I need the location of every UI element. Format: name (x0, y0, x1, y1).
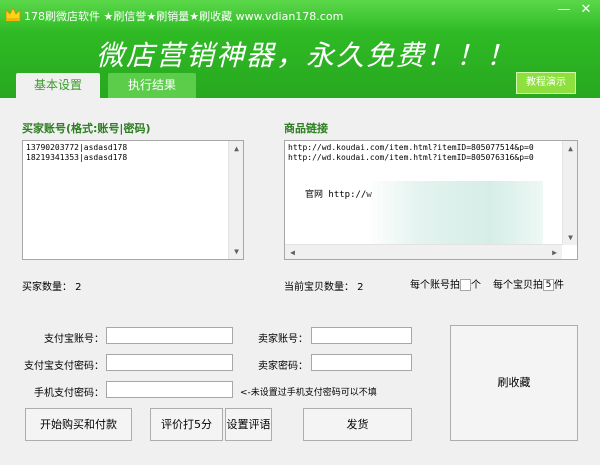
mobile-pay-password-input[interactable] (106, 381, 233, 398)
per-item-label: 每个宝贝拍 (493, 280, 543, 291)
arrow-right-icon[interactable]: ▶ (547, 245, 562, 259)
alipay-account-label: 支付宝账号： (44, 334, 104, 345)
slogan: 微店营销神器，永久免费！！！ (96, 39, 517, 72)
horizontal-scrollbar[interactable]: ◀ ▶ (285, 244, 562, 259)
alipay-account-input[interactable] (106, 327, 233, 344)
buyer-accounts-label: 买家账号(格式:账号|密码) (22, 122, 151, 135)
product-line: http://wd.koudai.com/item.html?itemID=80… (288, 153, 534, 162)
rate-5-stars-button[interactable]: 评价打5分 (150, 408, 223, 441)
tab-basic-settings[interactable]: 基本设置 (16, 73, 100, 98)
vertical-scrollbar[interactable]: ▲ ▼ (228, 141, 243, 259)
arrow-up-icon[interactable]: ▲ (563, 141, 577, 156)
alipay-pay-password-label: 支付宝支付密码： (24, 361, 104, 372)
seller-account-input[interactable] (311, 327, 412, 344)
per-account-label: 每个账号拍 (410, 280, 460, 291)
crown-icon (5, 7, 21, 21)
title-bar: 178刷微店软件 ★刷信誉★刷销量★刷收藏 www.vdian178.com —… (0, 0, 600, 32)
product-links-label: 商品链接 (284, 122, 328, 135)
start-purchase-button[interactable]: 开始购买和付款 (25, 408, 132, 441)
per-account-setting: 每个账号拍个 (410, 276, 481, 291)
arrow-up-icon[interactable]: ▲ (229, 141, 243, 156)
ship-button[interactable]: 发货 (303, 408, 412, 441)
official-site-text: 官网 http://w (305, 190, 372, 200)
per-account-input[interactable] (460, 279, 471, 291)
window-title: 178刷微店软件 ★刷信誉★刷销量★刷收藏 www.vdian178.com (24, 10, 344, 23)
arrow-down-icon[interactable]: ▼ (563, 230, 577, 245)
brush-favorites-button[interactable]: 刷收藏 (450, 325, 578, 441)
per-account-unit: 个 (471, 280, 481, 291)
arrow-left-icon[interactable]: ◀ (285, 245, 300, 259)
minimize-button[interactable]: — (556, 3, 572, 17)
item-count: 当前宝贝数量： 2 (284, 282, 364, 293)
tutorial-demo-button[interactable]: 教程演示 (516, 72, 576, 94)
alipay-pay-password-input[interactable] (106, 354, 233, 371)
buyer-line: 13790203772|asdasd178 (26, 143, 128, 152)
close-button[interactable]: ✕ (578, 3, 594, 17)
set-review-button[interactable]: 设置评语 (225, 408, 272, 441)
tab-execution-results[interactable]: 执行结果 (108, 73, 196, 98)
per-item-input[interactable]: 5 (543, 279, 554, 291)
seller-password-input[interactable] (311, 354, 412, 371)
per-item-setting: 每个宝贝拍 5 件 (493, 276, 564, 291)
arrow-down-icon[interactable]: ▼ (229, 244, 243, 259)
product-line: http://wd.koudai.com/item.html?itemID=80… (288, 143, 534, 152)
per-item-unit: 件 (554, 280, 564, 291)
vertical-scrollbar[interactable]: ▲ ▼ (562, 141, 577, 245)
seller-account-label: 卖家账号： (258, 334, 308, 345)
mobile-pay-hint: <-未设置过手机支付密码可以不填 (240, 388, 377, 398)
buyer-accounts-textarea[interactable]: 13790203772|asdasd178 18219341353|asdasd… (22, 140, 244, 260)
buyer-count: 买家数量： 2 (22, 282, 82, 293)
banner: 微店营销神器，永久免费！！！ 基本设置 执行结果 教程演示 (0, 32, 600, 98)
buyer-line: 18219341353|asdasd178 (26, 153, 128, 162)
seller-password-label: 卖家密码： (258, 361, 308, 372)
product-links-textarea[interactable]: http://wd.koudai.com/item.html?itemID=80… (284, 140, 578, 260)
mobile-pay-password-label: 手机支付密码： (34, 388, 104, 399)
